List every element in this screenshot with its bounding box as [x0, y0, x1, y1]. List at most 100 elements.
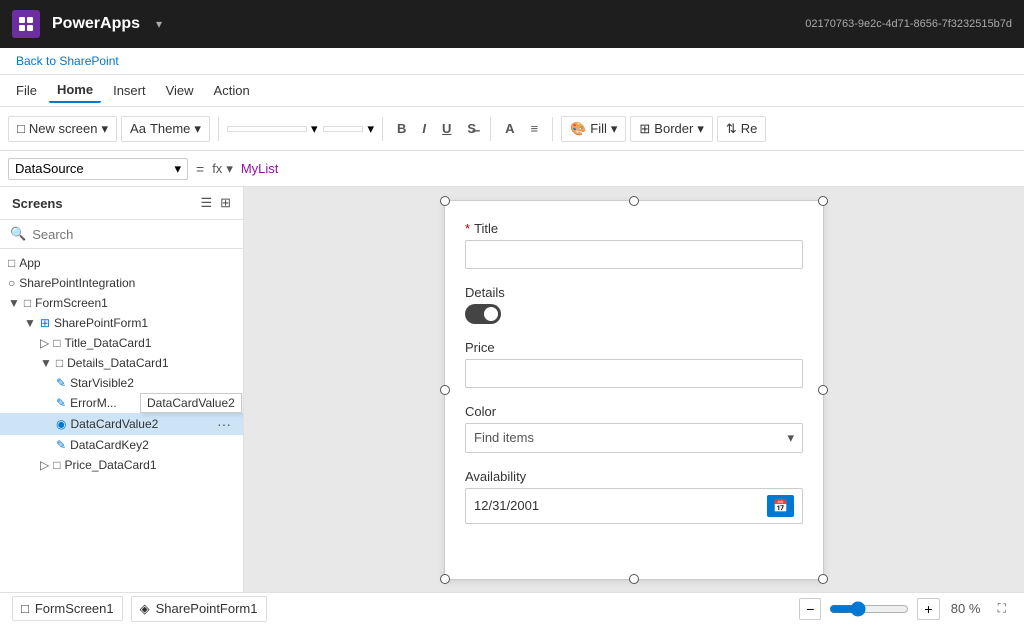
details-label-text: Details: [465, 285, 505, 300]
price-input[interactable]: [465, 359, 803, 388]
reorder-button[interactable]: ⇅ Re: [717, 116, 767, 142]
price-card-expand-icon: ▷: [40, 458, 49, 472]
tree-item-details-datacard1[interactable]: ▼ □ Details_DataCard1: [0, 353, 243, 373]
tree-item-sharepointform1[interactable]: ▼ ⊞ SharePointForm1: [0, 313, 243, 333]
ribbon-separator-4: [552, 117, 553, 141]
details-card-expand-icon: ▼: [40, 356, 52, 370]
formscreen1-tab[interactable]: □ FormScreen1: [12, 596, 123, 621]
formscreen-expand-icon: ▼: [8, 296, 20, 310]
tree-label-datacardvalue2: DataCardValue2: [70, 417, 158, 431]
tree-item-datacardvalue2[interactable]: ◉ DataCardValue2 ···: [0, 413, 243, 435]
align-left-button[interactable]: ≡: [524, 117, 544, 140]
new-screen-icon: □: [17, 121, 25, 136]
search-icon: 🔍: [10, 226, 26, 242]
menu-file[interactable]: File: [8, 79, 45, 102]
equals-sign: =: [196, 161, 204, 177]
fill-button[interactable]: 🎨 Fill ▾: [561, 116, 626, 142]
tree-item-starvisible2[interactable]: ✎ StarVisible2: [0, 373, 243, 393]
handle-br[interactable]: [818, 574, 828, 584]
title-label-text: Title: [474, 221, 498, 236]
toggle-knob: [484, 307, 498, 321]
theme-label: Theme: [150, 121, 190, 136]
reorder-icon: ⇅: [726, 121, 737, 137]
theme-chevron-icon: ▾: [194, 121, 201, 137]
ribbon: □ New screen ▾ Aa Theme ▾ ▾ ▾ B I U S̶ A…: [0, 107, 1024, 151]
color-dropdown[interactable]: Find items ▾: [465, 423, 803, 453]
tree-item-title-datacard1[interactable]: ▷ □ Title_DataCard1: [0, 333, 243, 353]
handle-top[interactable]: [629, 196, 639, 206]
italic-button[interactable]: I: [416, 117, 432, 140]
main-area: Screens ☰ ⊞ 🔍 □ App ○ SharePointIntegrat…: [0, 187, 1024, 592]
menu-action[interactable]: Action: [206, 79, 258, 102]
handle-left[interactable]: [440, 385, 450, 395]
color-field: Color Find items ▾: [465, 404, 803, 453]
details-toggle[interactable]: [465, 304, 501, 324]
font-family-dropdown[interactable]: ▾: [227, 121, 318, 137]
search-box[interactable]: 🔍: [0, 220, 243, 249]
app-grid-icon[interactable]: [12, 10, 40, 38]
back-to-sharepoint-link[interactable]: Back to SharePoint: [0, 48, 1024, 75]
menu-insert[interactable]: Insert: [105, 79, 154, 102]
strikethrough-button[interactable]: S̶: [461, 117, 482, 140]
font-size-dropdown[interactable]: ▾: [323, 121, 374, 137]
color-label: Color: [465, 404, 803, 419]
zoom-slider[interactable]: [829, 601, 909, 617]
search-input[interactable]: [32, 227, 233, 242]
tree-item-price-datacard1[interactable]: ▷ □ Price_DataCard1: [0, 455, 243, 475]
font-size-chevron-icon: ▾: [367, 121, 374, 137]
datasource-dropdown[interactable]: DataSource ▾: [8, 158, 188, 180]
title-card-icon: □: [53, 336, 60, 350]
app-chevron-icon[interactable]: ▾: [156, 17, 162, 31]
availability-field: Availability 12/31/2001 📅: [465, 469, 803, 524]
more-options-button[interactable]: ···: [213, 416, 235, 432]
handle-right[interactable]: [818, 385, 828, 395]
tree-label-sharepointform1: SharePointForm1: [54, 316, 148, 330]
availability-calendar-button[interactable]: 📅: [767, 495, 794, 517]
zoom-out-button[interactable]: −: [799, 598, 821, 620]
availability-date-value: 12/31/2001: [474, 498, 539, 513]
tree-label-datacardkey2: DataCardKey2: [70, 438, 149, 452]
tooltip-datacardvalue2: DataCardValue2: [140, 393, 242, 413]
theme-button[interactable]: Aa Theme ▾: [121, 116, 210, 142]
tree-label-errormessage1: ErrorM...: [70, 396, 117, 410]
new-screen-button[interactable]: □ New screen ▾: [8, 116, 117, 142]
formula-input[interactable]: MyList: [241, 161, 279, 176]
tree-label-details-datacard1: Details_DataCard1: [67, 356, 168, 370]
handle-bl[interactable]: [440, 574, 450, 584]
price-label-text: Price: [465, 340, 495, 355]
fit-to-screen-button[interactable]: ⛶: [992, 599, 1012, 618]
screens-title: Screens: [12, 196, 63, 211]
menu-home[interactable]: Home: [49, 78, 101, 103]
datasource-label: DataSource: [15, 161, 84, 176]
color-dropdown-text: Find items: [474, 430, 534, 445]
tree-item-errormessage1[interactable]: ✎ ErrorM... DataCardValue2: [0, 393, 243, 413]
details-field: Details: [465, 285, 803, 324]
bold-button[interactable]: B: [391, 117, 412, 140]
tree-item-datacardkey2[interactable]: ✎ DataCardKey2: [0, 435, 243, 455]
handle-bottom[interactable]: [629, 574, 639, 584]
tree-item-formscreen1[interactable]: ▼ □ FormScreen1: [0, 293, 243, 313]
ribbon-separator-2: [382, 117, 383, 141]
title-input[interactable]: [465, 240, 803, 269]
sharepointform1-tab[interactable]: ◈ SharePointForm1: [131, 596, 267, 622]
border-button[interactable]: ⊞ Border ▾: [630, 116, 712, 142]
tree-item-sharepoint-integration[interactable]: ○ SharePointIntegration: [0, 273, 243, 293]
app-title: PowerApps: [52, 15, 140, 33]
fill-label: Fill: [590, 121, 607, 136]
menu-view[interactable]: View: [158, 79, 202, 102]
tree-item-app[interactable]: □ App: [0, 253, 243, 273]
new-screen-label: New screen: [29, 121, 98, 136]
handle-tl[interactable]: [440, 196, 450, 206]
canvas-area: * Title Details Price: [244, 187, 1024, 592]
grid-view-icon[interactable]: ⊞: [220, 195, 231, 211]
availability-date-field: 12/31/2001 📅: [465, 488, 803, 524]
tree-label-formscreen1: FormScreen1: [35, 296, 108, 310]
zoom-in-button[interactable]: +: [917, 598, 939, 620]
fill-icon: 🎨: [570, 121, 586, 137]
handle-tr[interactable]: [818, 196, 828, 206]
list-view-icon[interactable]: ☰: [200, 195, 212, 211]
font-color-button[interactable]: A: [499, 117, 520, 140]
fx-selector[interactable]: fx ▾: [212, 161, 233, 177]
fx-chevron-icon: ▾: [226, 161, 233, 177]
underline-button[interactable]: U: [436, 117, 457, 140]
